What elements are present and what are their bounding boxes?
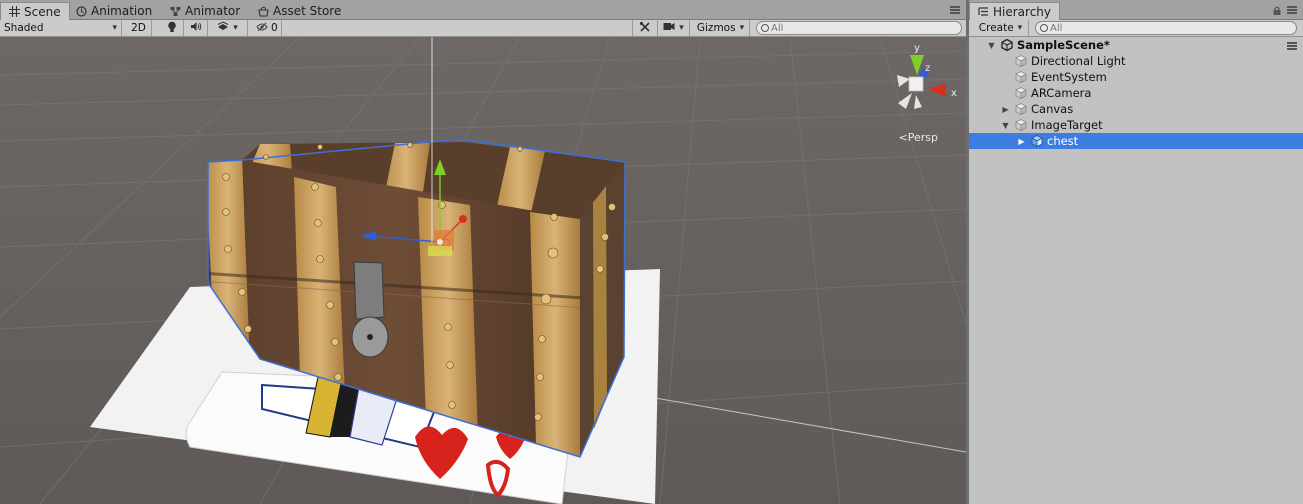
shading-mode-label: Shaded [4, 22, 44, 34]
camera-icon [663, 22, 675, 34]
hidden-objects-toggle[interactable]: 0 [252, 20, 282, 36]
axis-y-label: y [914, 43, 920, 54]
store-icon [258, 6, 269, 17]
grid-icon [9, 6, 20, 17]
gameobject-cube-icon [1015, 119, 1027, 132]
shading-mode-dropdown[interactable]: Shaded [0, 20, 122, 36]
gameobject-cube-icon [1015, 103, 1027, 116]
camera-settings-dropdown[interactable] [658, 20, 690, 36]
tab-hierarchy[interactable]: Hierarchy [969, 2, 1061, 20]
expanded-foldout-icon[interactable]: ▼ [987, 41, 996, 50]
chest-lock [351, 261, 389, 358]
scene-tab-bar: Scene Animation Animator Asset Store [0, 0, 966, 20]
tools-icon [639, 21, 651, 36]
scene-search-input[interactable] [771, 22, 961, 34]
hierarchy-panel: ▼ SampleScene* Directional Light EventSy… [969, 37, 1303, 504]
hierarchy-item-label: EventSystem [1031, 70, 1107, 84]
tab-label: Animator [185, 4, 241, 18]
hierarchy-item-label: ImageTarget [1031, 118, 1103, 132]
collapsed-foldout-icon[interactable]: ▶ [1017, 137, 1026, 146]
collapsed-foldout-icon[interactable]: ▶ [1001, 105, 1010, 114]
scene-toolbar: Shaded 2D 0 Gizmos [0, 20, 966, 37]
hierarchy-item-label: Canvas [1031, 102, 1074, 116]
hierarchy-item-chest[interactable]: ▶ chest [969, 133, 1303, 149]
gameobject-cube-icon [1015, 87, 1027, 100]
hidden-count: 0 [271, 22, 278, 34]
audio-toggle-button[interactable] [184, 20, 208, 36]
hierarchy-item-label: chest [1047, 134, 1079, 148]
tools-toggle-button[interactable] [632, 20, 658, 36]
gizmos-label: Gizmos [696, 22, 736, 34]
2d-label: 2D [131, 22, 146, 34]
tab-label: Animation [91, 4, 153, 18]
hierarchy-item-canvas[interactable]: ▶ Canvas [969, 101, 1303, 117]
persp-icon: < [898, 131, 908, 144]
2d-toggle-button[interactable]: 2D [126, 20, 152, 36]
scene-viewport[interactable]: y x z <Persp [0, 37, 966, 504]
lock-icon[interactable] [1273, 5, 1281, 15]
search-icon [761, 24, 769, 32]
eye-slash-icon [256, 22, 268, 35]
hierarchy-search-input[interactable] [1050, 22, 1296, 34]
hierarchy-item-eventsystem[interactable]: EventSystem [969, 69, 1303, 85]
effects-dropdown[interactable] [208, 20, 248, 36]
scene-name: SampleScene* [1017, 38, 1110, 52]
tab-asset-store[interactable]: Asset Store [250, 2, 349, 20]
create-label: Create [978, 22, 1014, 34]
gizmos-dropdown[interactable]: Gizmos [692, 20, 750, 36]
scene-root-row[interactable]: ▼ SampleScene* [969, 37, 1303, 53]
animator-icon [170, 6, 181, 17]
speaker-icon [190, 21, 202, 35]
hierarchy-item-label: ARCamera [1031, 86, 1092, 100]
create-dropdown[interactable]: Create [973, 20, 1029, 36]
axis-x-label: x [951, 88, 957, 99]
panel-menu-icon[interactable] [950, 6, 960, 14]
panel-menu-icon[interactable] [1287, 6, 1297, 14]
tab-label: Hierarchy [993, 4, 1052, 19]
hierarchy-item-imagetarget[interactable]: ▼ ImageTarget [969, 117, 1303, 133]
tab-label: Asset Store [273, 4, 342, 18]
prefab-cube-icon [1031, 135, 1043, 148]
lighting-toggle-button[interactable] [160, 20, 184, 36]
gameobject-cube-icon [1015, 55, 1027, 68]
hierarchy-tab-bar: Hierarchy [969, 0, 1303, 20]
tab-animation[interactable]: Animation [68, 2, 160, 20]
list-icon [978, 6, 989, 17]
tab-animator[interactable]: Animator [162, 2, 248, 20]
projection-toggle[interactable]: <Persp [899, 131, 938, 144]
scene-search-field[interactable] [756, 21, 962, 35]
hierarchy-item-directional-light[interactable]: Directional Light [969, 53, 1303, 69]
projection-label: Persp [907, 131, 938, 144]
unity-scene-icon [1001, 38, 1013, 52]
hierarchy-item-arcamera[interactable]: ARCamera [969, 85, 1303, 101]
scene-menu-icon[interactable] [1287, 42, 1297, 50]
hierarchy-search-field[interactable] [1035, 21, 1297, 35]
search-icon [1040, 24, 1048, 32]
gameobject-cube-icon [1015, 71, 1027, 84]
hierarchy-toolbar: Create [969, 20, 1303, 37]
tab-scene[interactable]: Scene [0, 2, 70, 20]
axis-z-label: z [925, 63, 930, 74]
tab-label: Scene [24, 4, 61, 19]
expanded-foldout-icon[interactable]: ▼ [1001, 121, 1010, 130]
lightbulb-icon [167, 21, 177, 36]
effects-icon [217, 21, 229, 35]
hierarchy-item-label: Directional Light [1031, 54, 1126, 68]
clock-icon [76, 5, 87, 17]
